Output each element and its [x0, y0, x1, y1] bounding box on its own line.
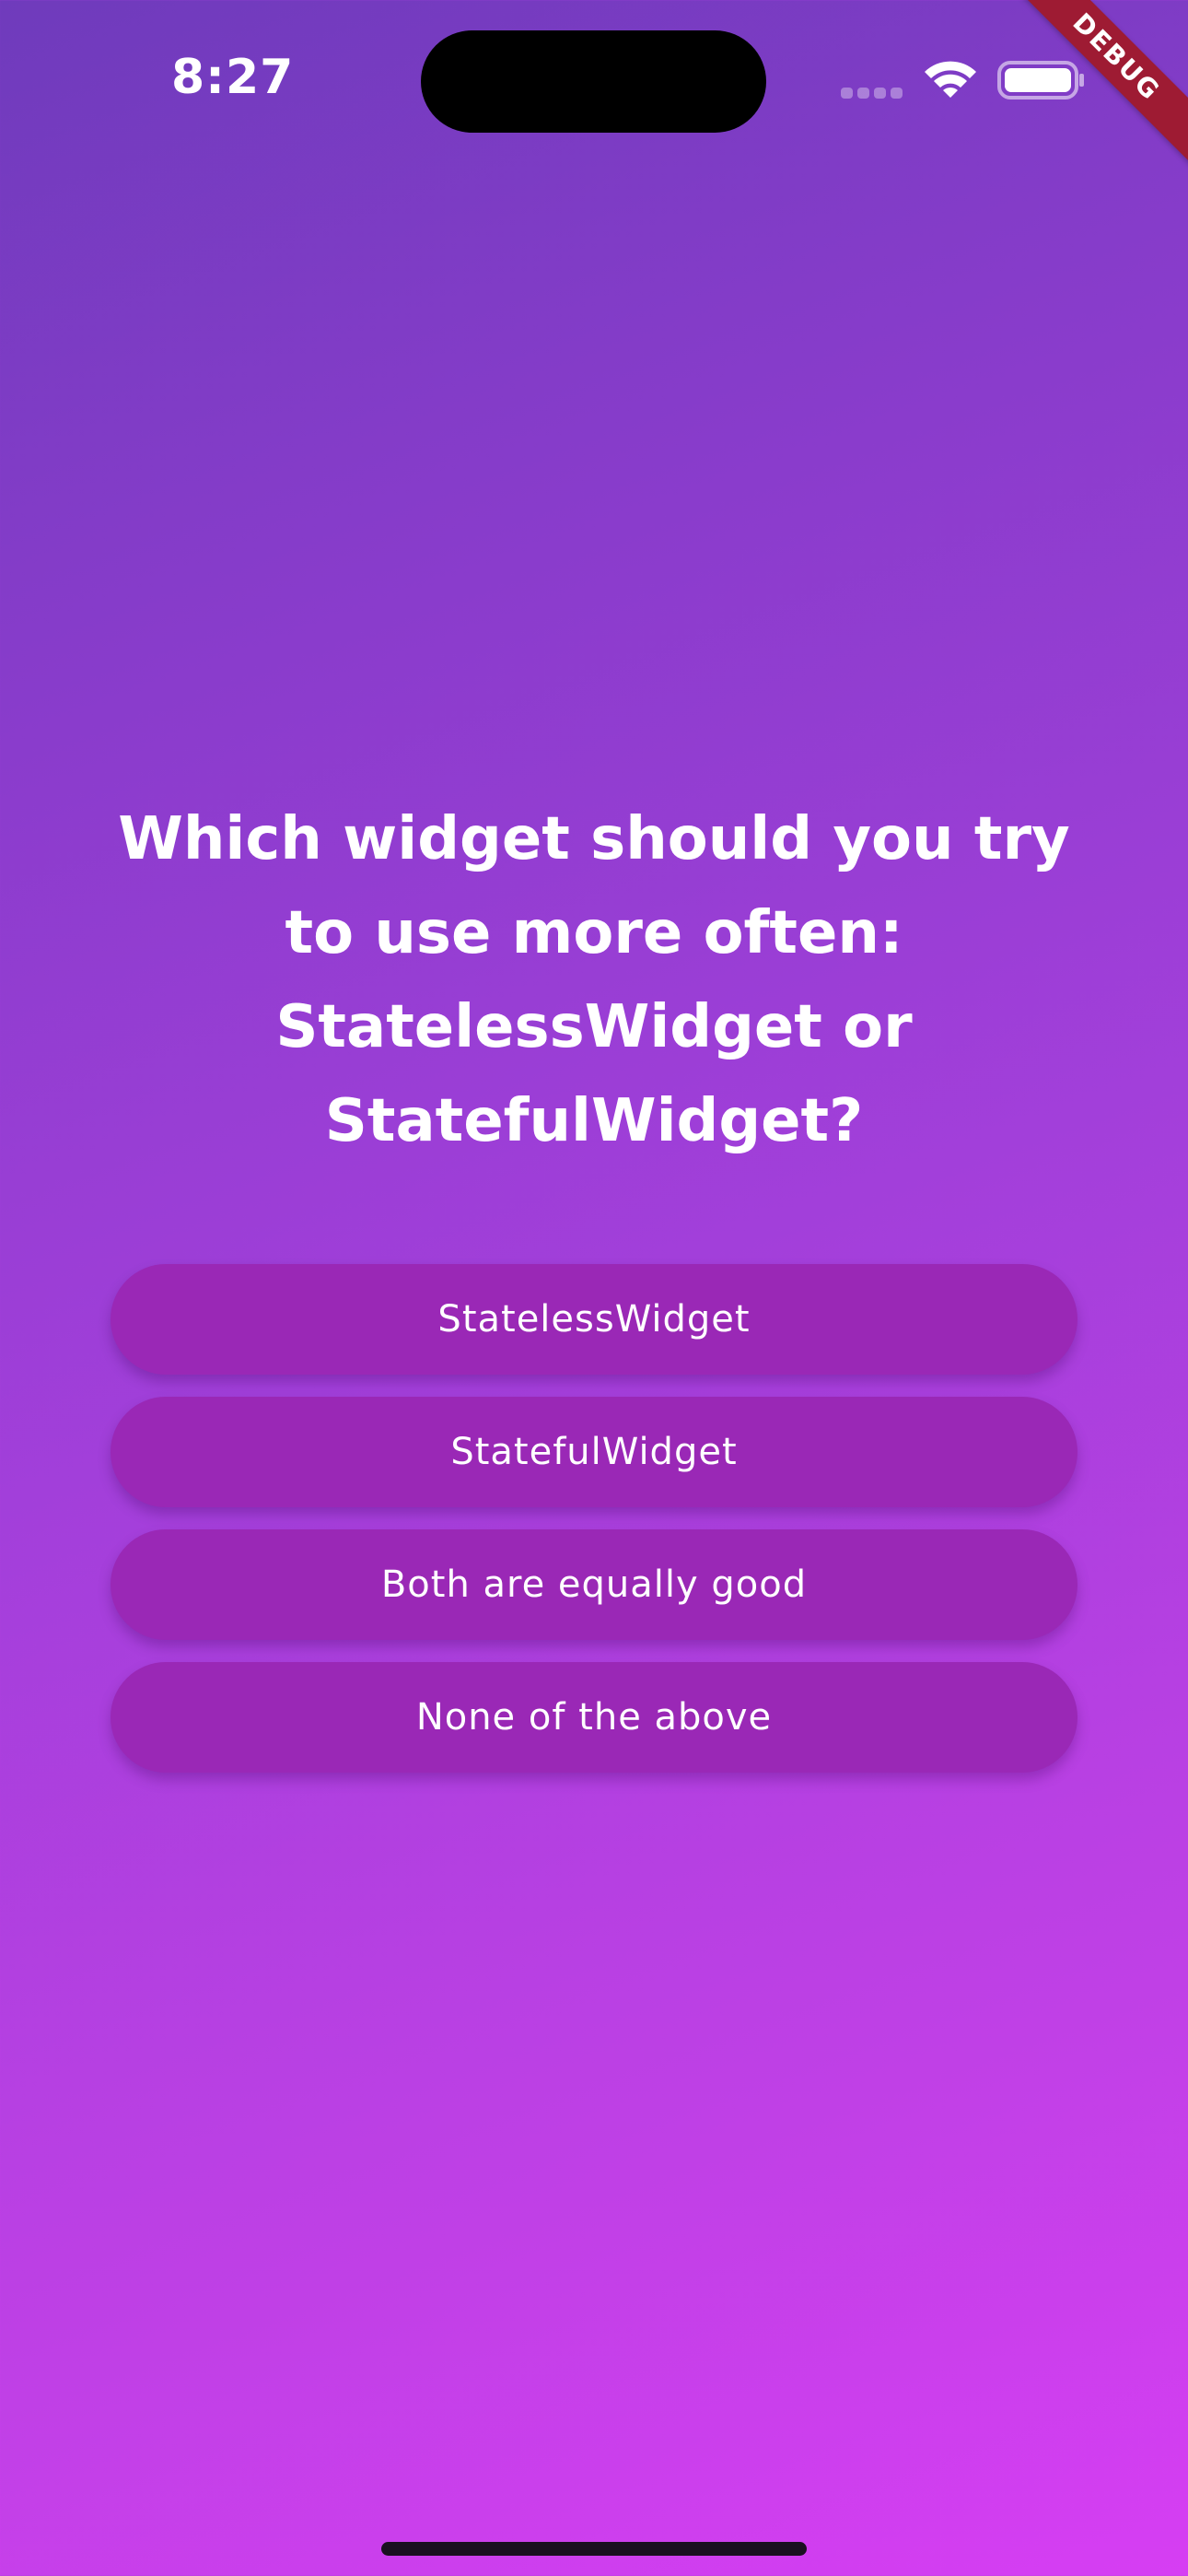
- answer-button-statefulwidget[interactable]: StatefulWidget: [111, 1397, 1077, 1507]
- status-bar: 8:27: [0, 0, 1188, 166]
- wifi-icon: [925, 61, 976, 98]
- cellular-signal-icon: [841, 88, 905, 100]
- answer-button-statelesswidget[interactable]: StatelessWidget: [111, 1264, 1077, 1375]
- answer-list: StatelessWidget StatefulWidget Both are …: [111, 1264, 1077, 1795]
- battery-icon: [997, 61, 1084, 100]
- dynamic-island: [421, 30, 766, 133]
- question-text: Which widget should you try to use more …: [118, 805, 1070, 1155]
- status-clock: 8:27: [171, 50, 295, 105]
- home-indicator[interactable]: [381, 2542, 807, 2556]
- quiz-screen: Which widget should you try to use more …: [0, 792, 1188, 1773]
- answer-button-both-equally-good[interactable]: Both are equally good: [111, 1529, 1077, 1640]
- answer-button-none-of-the-above[interactable]: None of the above: [111, 1662, 1077, 1773]
